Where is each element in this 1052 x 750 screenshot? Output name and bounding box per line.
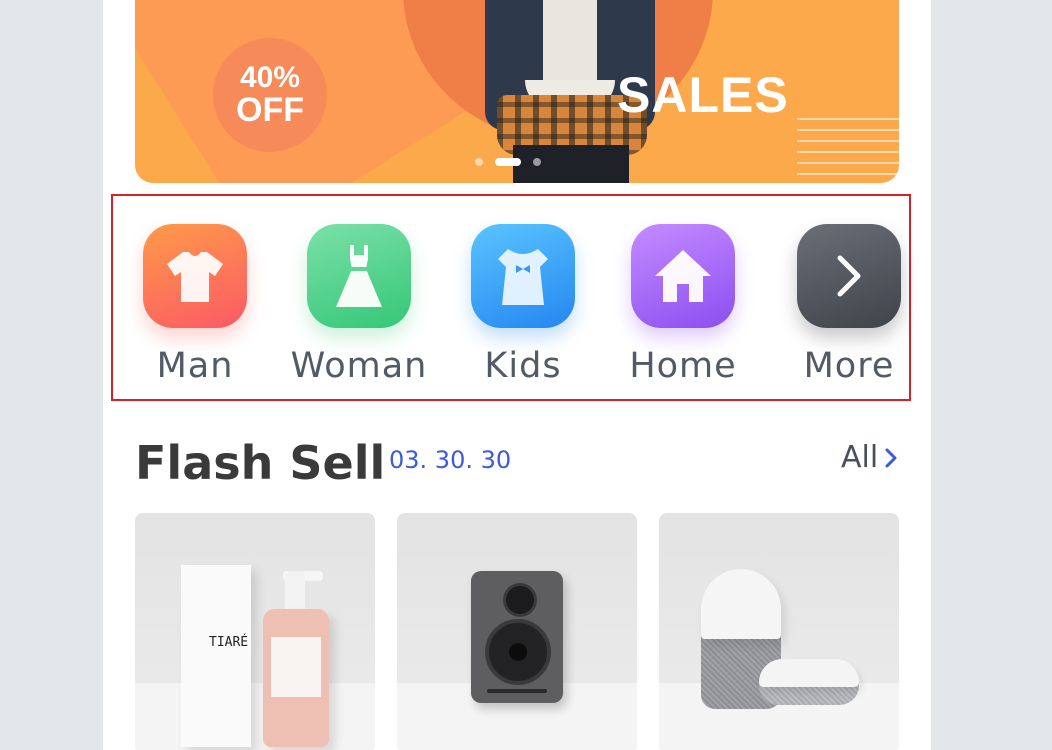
category-label: More [803, 346, 895, 386]
carousel-dot-active[interactable] [495, 158, 521, 166]
product-card[interactable]: TIARÉ [135, 513, 375, 750]
category-label: Man [156, 346, 234, 386]
kids-dress-icon [471, 224, 575, 328]
discount-badge: 40% OFF [213, 38, 327, 152]
category-label: Home [629, 346, 737, 386]
category-home[interactable]: Home [613, 224, 753, 386]
chevron-right-icon [797, 224, 901, 328]
category-row: Man Woman Kids Home More [111, 194, 911, 401]
dress-icon [307, 224, 411, 328]
see-all-label: All [841, 440, 879, 475]
category-kids[interactable]: Kids [453, 224, 593, 386]
product-box-text: TIARÉ [209, 635, 249, 650]
category-man[interactable]: Man [125, 224, 265, 386]
product-bottle-image [263, 609, 329, 747]
banner-headline: SALES [617, 67, 789, 123]
discount-off: OFF [236, 91, 304, 129]
product-box-image: TIARÉ [181, 565, 251, 747]
promo-banner[interactable]: 40% OFF SALES [135, 0, 899, 183]
category-label: Woman [290, 346, 428, 386]
carousel-dot[interactable] [533, 158, 541, 166]
chevron-right-icon [885, 448, 897, 467]
section-title: Flash Sell [135, 436, 386, 490]
banner-lines-decoration [797, 118, 899, 178]
see-all-link[interactable]: All [841, 440, 898, 475]
speaker-image [471, 571, 563, 703]
category-woman[interactable]: Woman [289, 224, 429, 386]
house-icon [631, 224, 735, 328]
product-card[interactable] [659, 513, 899, 750]
discount-percent: 40% [239, 61, 301, 94]
category-label: Kids [484, 346, 562, 386]
carousel-indicator[interactable] [475, 158, 541, 166]
mini-speaker-image [759, 659, 859, 705]
product-card[interactable] [397, 513, 637, 750]
category-more[interactable]: More [779, 224, 919, 386]
countdown-timer: 03. 30. 30 [389, 446, 512, 474]
app-screen: 40% OFF SALES Man Woman Kids Home More F… [103, 0, 931, 750]
carousel-dot[interactable] [475, 158, 483, 166]
tshirt-icon [143, 224, 247, 328]
